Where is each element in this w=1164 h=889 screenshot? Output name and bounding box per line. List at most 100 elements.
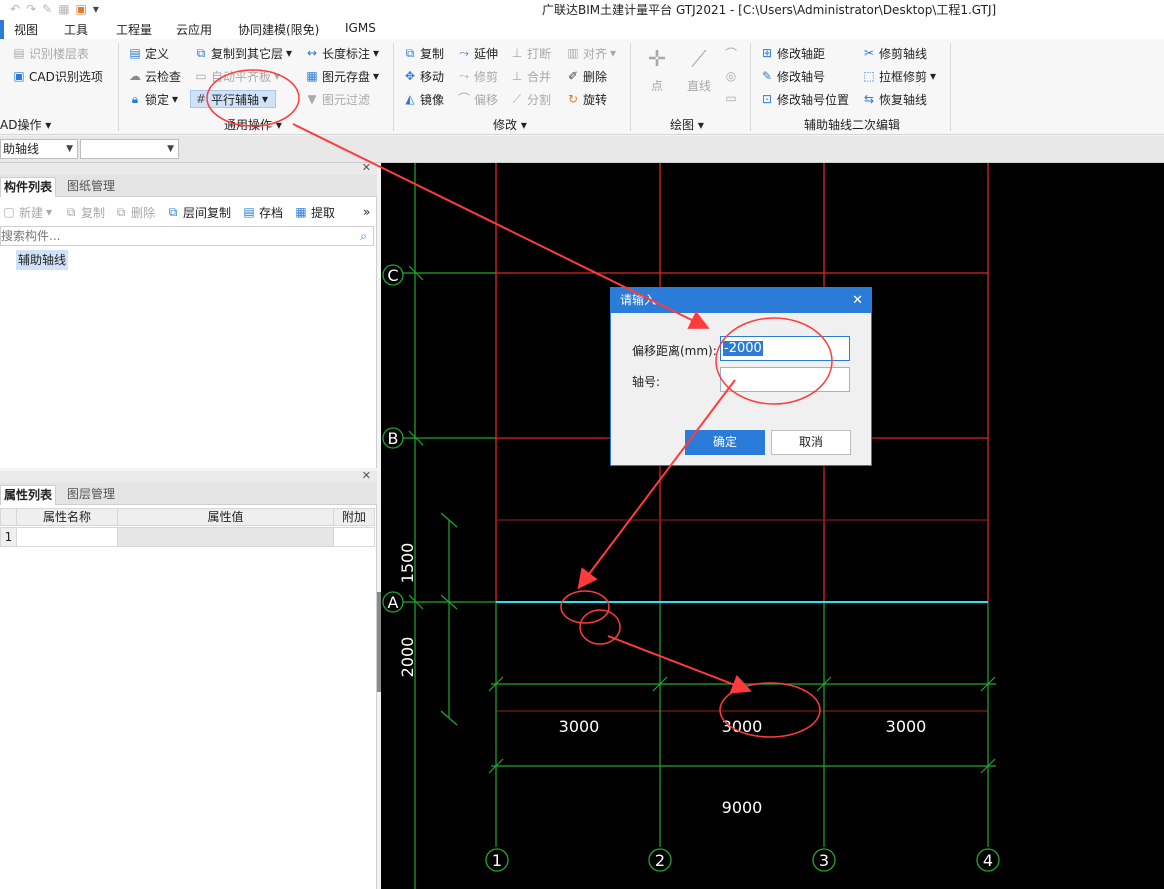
- property-value-cell[interactable]: [117, 527, 334, 547]
- parallel-aux-axis-button[interactable]: # 平行辅轴 ▾: [194, 90, 268, 108]
- axis-number-input[interactable]: [720, 367, 850, 392]
- identify-floor-table-button[interactable]: ▤ 识别楼层表: [12, 44, 89, 62]
- pen-icon[interactable]: ✎: [42, 2, 52, 18]
- parallel-axis-icon: #: [195, 92, 207, 106]
- menu-tools[interactable]: 工具: [64, 21, 88, 38]
- cad-icon: ▣: [13, 69, 25, 83]
- save-element-button[interactable]: ▦ 图元存盘 ▾: [305, 67, 379, 85]
- undo-icon[interactable]: ↶: [10, 2, 20, 18]
- break-icon: ⊥: [511, 46, 523, 60]
- floor-copy-button[interactable]: ⧉ 层间复制: [166, 203, 231, 221]
- copy-component-button[interactable]: ⧉ 复制: [64, 203, 105, 221]
- property-name-cell[interactable]: [16, 527, 118, 547]
- dim-3000-1: 3000: [559, 717, 600, 736]
- group-separator: [750, 43, 751, 131]
- modify-axis-number-button[interactable]: ✎ 修改轴号: [760, 67, 825, 85]
- copy-button[interactable]: ⧉ 复制: [403, 44, 444, 62]
- copy-to-other-floor-button[interactable]: ⧉ 复制到其它层 ▾: [194, 44, 292, 62]
- merge-button[interactable]: ⊥ 合并: [510, 67, 551, 85]
- break-button[interactable]: ⊥ 打断: [510, 44, 551, 62]
- line-draw-button[interactable]: ⟋ 直线: [684, 43, 714, 94]
- offset-button[interactable]: ⌒ 偏移: [457, 90, 498, 108]
- grid-corner: [0, 508, 17, 526]
- axis-label-3: 3: [819, 851, 829, 870]
- new-icon: ▢: [3, 205, 15, 219]
- align-button[interactable]: ▥ 对齐 ▾: [566, 44, 616, 62]
- point-draw-button[interactable]: ✛ 点: [643, 43, 671, 94]
- length-dimension-button[interactable]: ↔ 长度标注 ▾: [305, 44, 379, 62]
- menu-view[interactable]: 视图: [14, 21, 38, 38]
- offset-distance-input[interactable]: -2000: [720, 336, 850, 361]
- menu-igms[interactable]: IGMS: [345, 21, 376, 35]
- column-header-property-value[interactable]: 属性值: [117, 508, 334, 526]
- tab-drawing-management[interactable]: 图纸管理: [64, 177, 118, 197]
- drawing-canvas[interactable]: C B A 1 2 3 4 3000 3000 3000 9000 1500 2…: [381, 163, 1164, 889]
- delete-component-button[interactable]: ⧉ 删除: [114, 203, 155, 221]
- redo-icon[interactable]: ↷: [26, 2, 36, 18]
- trim-button[interactable]: ⤳ 修剪: [457, 67, 498, 85]
- cloud-icon: ☁: [129, 69, 141, 83]
- property-extra-cell[interactable]: [333, 527, 375, 547]
- move-button[interactable]: ✥ 移动: [403, 67, 444, 85]
- new-component-button[interactable]: ▢ 新建 ▾: [2, 203, 52, 221]
- dimension-labels: 3000 3000 3000 9000 1500 2000: [398, 543, 926, 817]
- mirror-button[interactable]: ◭ 镜像: [403, 90, 444, 108]
- component-name-select[interactable]: ▼: [80, 139, 179, 159]
- box-trim-button[interactable]: ⬚ 拉框修剪 ▾: [862, 67, 936, 85]
- define-button[interactable]: ▤ 定义: [128, 44, 169, 62]
- trim-axis-button[interactable]: ✂ 修剪轴线: [862, 44, 927, 62]
- component-list-panel: ✕ 构件列表 图纸管理 ▢ 新建 ▾ ⧉ 复制 ⧉ 删除 ⧉ 层间复制 ▤ 存档 ▦ 提取 …: [0, 161, 377, 468]
- close-icon[interactable]: ✕: [362, 161, 371, 174]
- lock-button[interactable]: 🔒︎ 锁定 ▾: [128, 90, 178, 108]
- more-icon[interactable]: »: [363, 203, 370, 221]
- restore-axis-button[interactable]: ⇆ 恢复轴线: [862, 90, 927, 108]
- grid-icon[interactable]: ▦: [58, 2, 69, 18]
- search-icon: ⌕: [360, 229, 367, 243]
- group-label-general[interactable]: 通用操作 ▾: [224, 116, 282, 133]
- qat-dropdown-icon[interactable]: ▾: [93, 2, 99, 18]
- menu-collab[interactable]: 协同建模(限免): [238, 21, 319, 38]
- modify-axis-number-position-button[interactable]: ⊡ 修改轴号位置: [760, 90, 849, 108]
- split-button[interactable]: ⟋ 分割: [510, 90, 551, 108]
- extend-button[interactable]: ⤳ 延伸: [457, 44, 498, 62]
- extract-button[interactable]: ▦ 提取: [294, 203, 335, 221]
- element-filter-button[interactable]: ▼ 图元过滤: [305, 90, 370, 108]
- dim-2000: 2000: [398, 637, 417, 678]
- tab-component-list[interactable]: 构件列表: [0, 177, 57, 197]
- column-header-extra[interactable]: 附加: [333, 508, 375, 526]
- tab-property-list[interactable]: 属性列表: [0, 485, 57, 505]
- component-type-select[interactable]: 助轴线 ▼: [0, 139, 78, 159]
- file-icon[interactable]: ▣: [76, 2, 87, 18]
- group-label-draw[interactable]: 绘图 ▾: [670, 116, 704, 133]
- group-label-cad[interactable]: AD操作 ▾: [0, 116, 51, 133]
- close-icon[interactable]: ✕: [362, 469, 371, 482]
- group-label-modify[interactable]: 修改 ▾: [493, 116, 527, 133]
- rotate-icon: ↻: [567, 92, 579, 106]
- floor-copy-icon: ⧉: [168, 205, 178, 219]
- archive-icon: ▤: [243, 205, 255, 219]
- cancel-button[interactable]: 取消: [771, 430, 851, 455]
- copy-icon: ⧉: [66, 205, 76, 219]
- menu-cloud[interactable]: 云应用: [176, 21, 212, 38]
- menu-quantity[interactable]: 工程量: [116, 21, 152, 38]
- tree-item-aux-axis[interactable]: 辅助轴线: [16, 250, 69, 270]
- arc-draw-tools[interactable]: ⌒ ◎ ▭: [722, 43, 740, 109]
- confirm-button[interactable]: 确定: [685, 430, 765, 455]
- auto-align-slab-button[interactable]: ▭ 自动平齐板 ▾: [194, 67, 280, 85]
- delete-button[interactable]: ✐ 删除: [566, 67, 607, 85]
- rotate-button[interactable]: ↻ 旋转: [566, 90, 607, 108]
- axis-position-icon: ⊡: [761, 92, 773, 106]
- property-list-panel: ✕ 属性列表 图层管理 属性名称 属性值 附加 1: [0, 469, 377, 889]
- modify-axis-spacing-button[interactable]: ⊞ 修改轴距: [760, 44, 825, 62]
- archive-button[interactable]: ▤ 存档: [242, 203, 283, 221]
- cad-options-button[interactable]: ▣ CAD识别选项: [12, 67, 103, 85]
- tab-layer-management[interactable]: 图层管理: [64, 485, 118, 505]
- column-header-property-name[interactable]: 属性名称: [16, 508, 118, 526]
- component-search-input[interactable]: 搜索构件... ⌕: [0, 226, 374, 246]
- axis-spacing-icon: ⊞: [761, 46, 773, 60]
- close-icon[interactable]: ✕: [852, 288, 863, 313]
- axis-number-icon: ✎: [761, 69, 773, 83]
- table-icon: ▤: [13, 46, 25, 60]
- dim-3000-3: 3000: [886, 717, 927, 736]
- cloud-check-button[interactable]: ☁ 云检查: [128, 67, 181, 85]
